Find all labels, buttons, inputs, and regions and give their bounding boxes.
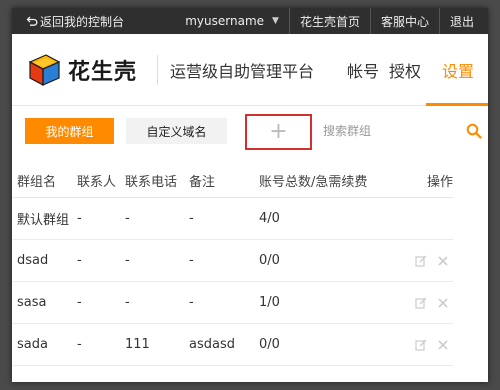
cell-note: - [189, 211, 194, 226]
cell-accounts: 0/0 [259, 337, 280, 352]
delete-icon[interactable] [437, 255, 449, 267]
cell-contact: - [77, 295, 82, 310]
add-group-button[interactable]: + [245, 114, 312, 150]
col-header-group-name: 群组名 [17, 175, 57, 190]
col-header-note: 备注 [189, 175, 216, 190]
back-arrow-icon [26, 16, 38, 26]
chevron-down-icon: ▼ [272, 16, 279, 26]
cell-contact: - [77, 337, 82, 352]
nav-accounts[interactable]: 帐号 [342, 34, 384, 105]
groups-table: 群组名 联系人 联系电话 备注 账号总数/急需续费 操作 默认群组 - - - … [13, 164, 453, 366]
cell-group-name: sada [17, 337, 48, 352]
cell-phone: - [125, 211, 130, 226]
logout-link[interactable]: 退出 [438, 8, 488, 34]
cell-phone: - [125, 253, 130, 268]
cell-phone: 111 [125, 337, 150, 352]
home-link[interactable]: 花生壳首页 [288, 8, 370, 34]
cell-accounts: 4/0 [259, 211, 280, 226]
brand-name: 花生壳 [68, 59, 138, 85]
nav-settings[interactable]: 设置 [425, 34, 488, 106]
cell-accounts: 0/0 [259, 253, 280, 268]
cell-note: - [189, 253, 194, 268]
logo[interactable]: 花生壳 [26, 52, 137, 88]
username: myusername [185, 14, 265, 28]
cell-note: - [189, 295, 194, 310]
cell-group-name: sasa [17, 295, 47, 310]
table-row: dsad - - - 0/0 [13, 240, 453, 282]
cell-note: asdasd [189, 337, 235, 352]
table-row: sada - 111 asdasd 0/0 [13, 324, 453, 366]
main-nav: 帐号 授权 设置 [342, 34, 488, 106]
cell-group-name: 默认群组 [17, 213, 70, 228]
table-header: 群组名 联系人 联系电话 备注 账号总数/急需续费 操作 [13, 164, 453, 198]
cell-phone: - [125, 295, 130, 310]
my-groups-tab[interactable]: 我的群组 [25, 118, 114, 144]
col-header-contact: 联系人 [77, 175, 117, 190]
cell-accounts: 1/0 [259, 295, 280, 310]
table-row: 默认群组 - - - 4/0 [13, 198, 453, 240]
edit-icon[interactable] [415, 297, 427, 309]
search-box [317, 118, 486, 144]
peanut-cube-logo-icon [28, 53, 61, 86]
toolbar: 我的群组 自定义域名 + [12, 106, 488, 158]
back-to-console-link[interactable]: 返回我的控制台 [12, 13, 124, 30]
cell-contact: - [77, 253, 82, 268]
col-header-actions: 操作 [426, 175, 453, 190]
plus-icon: + [269, 119, 288, 144]
cell-contact: - [77, 211, 82, 226]
support-link[interactable]: 客服中心 [369, 8, 439, 34]
brand-header: 花生壳 运营级自助管理平台 帐号 授权 设置 [12, 34, 488, 106]
table-row: sasa - - - 1/0 [13, 282, 453, 324]
platform-title: 运营级自助管理平台 [170, 61, 315, 81]
delete-icon[interactable] [437, 297, 449, 309]
custom-domain-tab[interactable]: 自定义域名 [126, 118, 227, 144]
user-menu[interactable]: myusername ▼ [175, 8, 289, 34]
top-bar: 返回我的控制台 myusername ▼ 花生壳首页 客服中心 退出 [12, 8, 488, 34]
cell-group-name: dsad [17, 253, 49, 268]
cell-actions [389, 339, 453, 351]
cell-actions [389, 255, 453, 267]
col-header-phone: 联系电话 [125, 175, 178, 190]
nav-authorization[interactable]: 授权 [384, 34, 426, 105]
cell-actions [389, 297, 453, 309]
back-to-console-label: 返回我的控制台 [40, 14, 125, 29]
delete-icon[interactable] [437, 339, 449, 351]
header-divider [157, 54, 159, 85]
col-header-accounts: 账号总数/急需续费 [259, 175, 368, 190]
edit-icon[interactable] [415, 255, 427, 267]
search-input[interactable] [317, 124, 447, 138]
search-icon[interactable] [466, 123, 482, 139]
edit-icon[interactable] [415, 339, 427, 351]
